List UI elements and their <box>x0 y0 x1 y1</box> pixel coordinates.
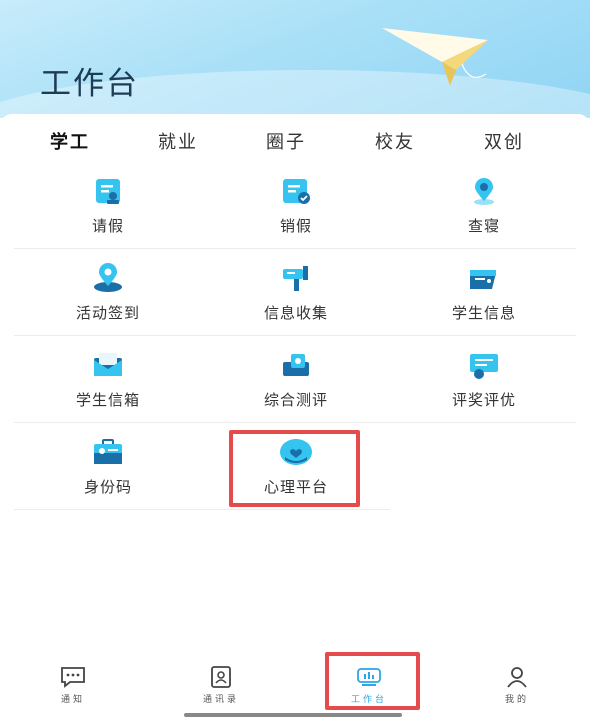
message-icon <box>61 667 85 688</box>
grid-item-label: 心理平台 <box>263 478 328 496</box>
nav-label: 通知 <box>60 695 85 705</box>
student-info-icon <box>470 270 496 289</box>
grid-item-xinxi-shouji[interactable]: 信息收集 <box>202 249 390 336</box>
feature-grid: 请假 销假 查寝 活动签到 信息收集 学生信息 学生信箱 综合测评 评奖评优 身… <box>14 162 576 510</box>
tab-shuangchuang[interactable]: 双创 <box>459 128 549 154</box>
leave-request-icon <box>96 179 120 204</box>
grid-item-xuesheng-xinxiang[interactable]: 学生信箱 <box>14 336 202 423</box>
grid-item-label: 销假 <box>279 217 312 235</box>
grid-item-label: 身份码 <box>83 478 132 496</box>
nav-label: 我的 <box>504 695 529 705</box>
grid-item-label: 查寝 <box>467 217 500 235</box>
grid-item-zonghe-ceping[interactable]: 综合测评 <box>202 336 390 423</box>
bottom-navigation: 通知 通讯录 工作台 我的 <box>0 660 590 720</box>
grid-row: 活动签到 信息收集 学生信息 <box>14 249 576 336</box>
grid-item-label: 评奖评优 <box>451 391 516 409</box>
contacts-icon <box>211 666 231 688</box>
nav-tongzhi[interactable]: 通知 <box>13 666 133 705</box>
tab-xiaoyou[interactable]: 校友 <box>350 128 440 154</box>
workbench-panel: 学工 就业 圈子 校友 双创 请假 销假 查寝 活动签到 信息收集 学生信息 学… <box>0 114 590 654</box>
grid-item-label: 信息收集 <box>263 304 328 322</box>
activity-checkin-icon <box>94 263 122 292</box>
nav-wode[interactable]: 我的 <box>457 666 577 705</box>
student-mailbox-icon <box>94 353 122 376</box>
grid-item-label: 学生信箱 <box>75 391 140 409</box>
nav-tongxunlu[interactable]: 通讯录 <box>161 666 281 705</box>
comprehensive-eval-icon <box>283 354 309 376</box>
info-collection-icon <box>283 266 308 291</box>
grid-row: 身份码 心理平台 <box>14 423 390 510</box>
grid-item-chaqin[interactable]: 查寝 <box>390 162 578 249</box>
grid-item-pingjiang-pingyou[interactable]: 评奖评优 <box>390 336 578 423</box>
psychology-icon <box>280 439 312 465</box>
workbench-icon <box>357 668 381 686</box>
grid-row: 请假 销假 查寝 <box>14 162 576 249</box>
grid-item-label: 学生信息 <box>451 304 516 322</box>
paper-plane-icon <box>382 28 488 86</box>
id-code-icon <box>94 439 122 464</box>
profile-icon <box>507 667 527 688</box>
nav-gongzuotai[interactable]: 工作台 <box>309 666 429 705</box>
grid-item-label: 请假 <box>91 217 124 235</box>
leave-cancel-icon <box>283 179 310 204</box>
grid-item-xuesheng-xinxi[interactable]: 学生信息 <box>390 249 578 336</box>
grid-item-label: 活动签到 <box>75 304 140 322</box>
tab-xuegong[interactable]: 学工 <box>25 128 115 154</box>
nav-label: 工作台 <box>350 695 387 705</box>
tab-quanzi[interactable]: 圈子 <box>241 128 331 154</box>
grid-item-xinli-pingtai[interactable]: 心理平台 <box>202 423 390 510</box>
page-title: 工作台 <box>40 66 139 102</box>
nav-label: 通讯录 <box>202 695 239 705</box>
dorm-check-icon <box>474 178 494 205</box>
award-icon <box>470 354 498 379</box>
grid-item-xiaojia[interactable]: 销假 <box>202 162 390 249</box>
grid-item-label: 综合测评 <box>263 391 328 409</box>
grid-item-qingjia[interactable]: 请假 <box>14 162 202 249</box>
home-indicator[interactable] <box>184 713 402 717</box>
grid-row: 学生信箱 综合测评 评奖评优 <box>14 336 576 423</box>
grid-item-shenfenma[interactable]: 身份码 <box>14 423 202 510</box>
grid-item-huodong-qiandao[interactable]: 活动签到 <box>14 249 202 336</box>
category-tabs: 学工 就业 圈子 校友 双创 <box>0 128 590 154</box>
tab-jiuye[interactable]: 就业 <box>133 128 223 154</box>
header-banner: 工作台 <box>0 0 590 118</box>
